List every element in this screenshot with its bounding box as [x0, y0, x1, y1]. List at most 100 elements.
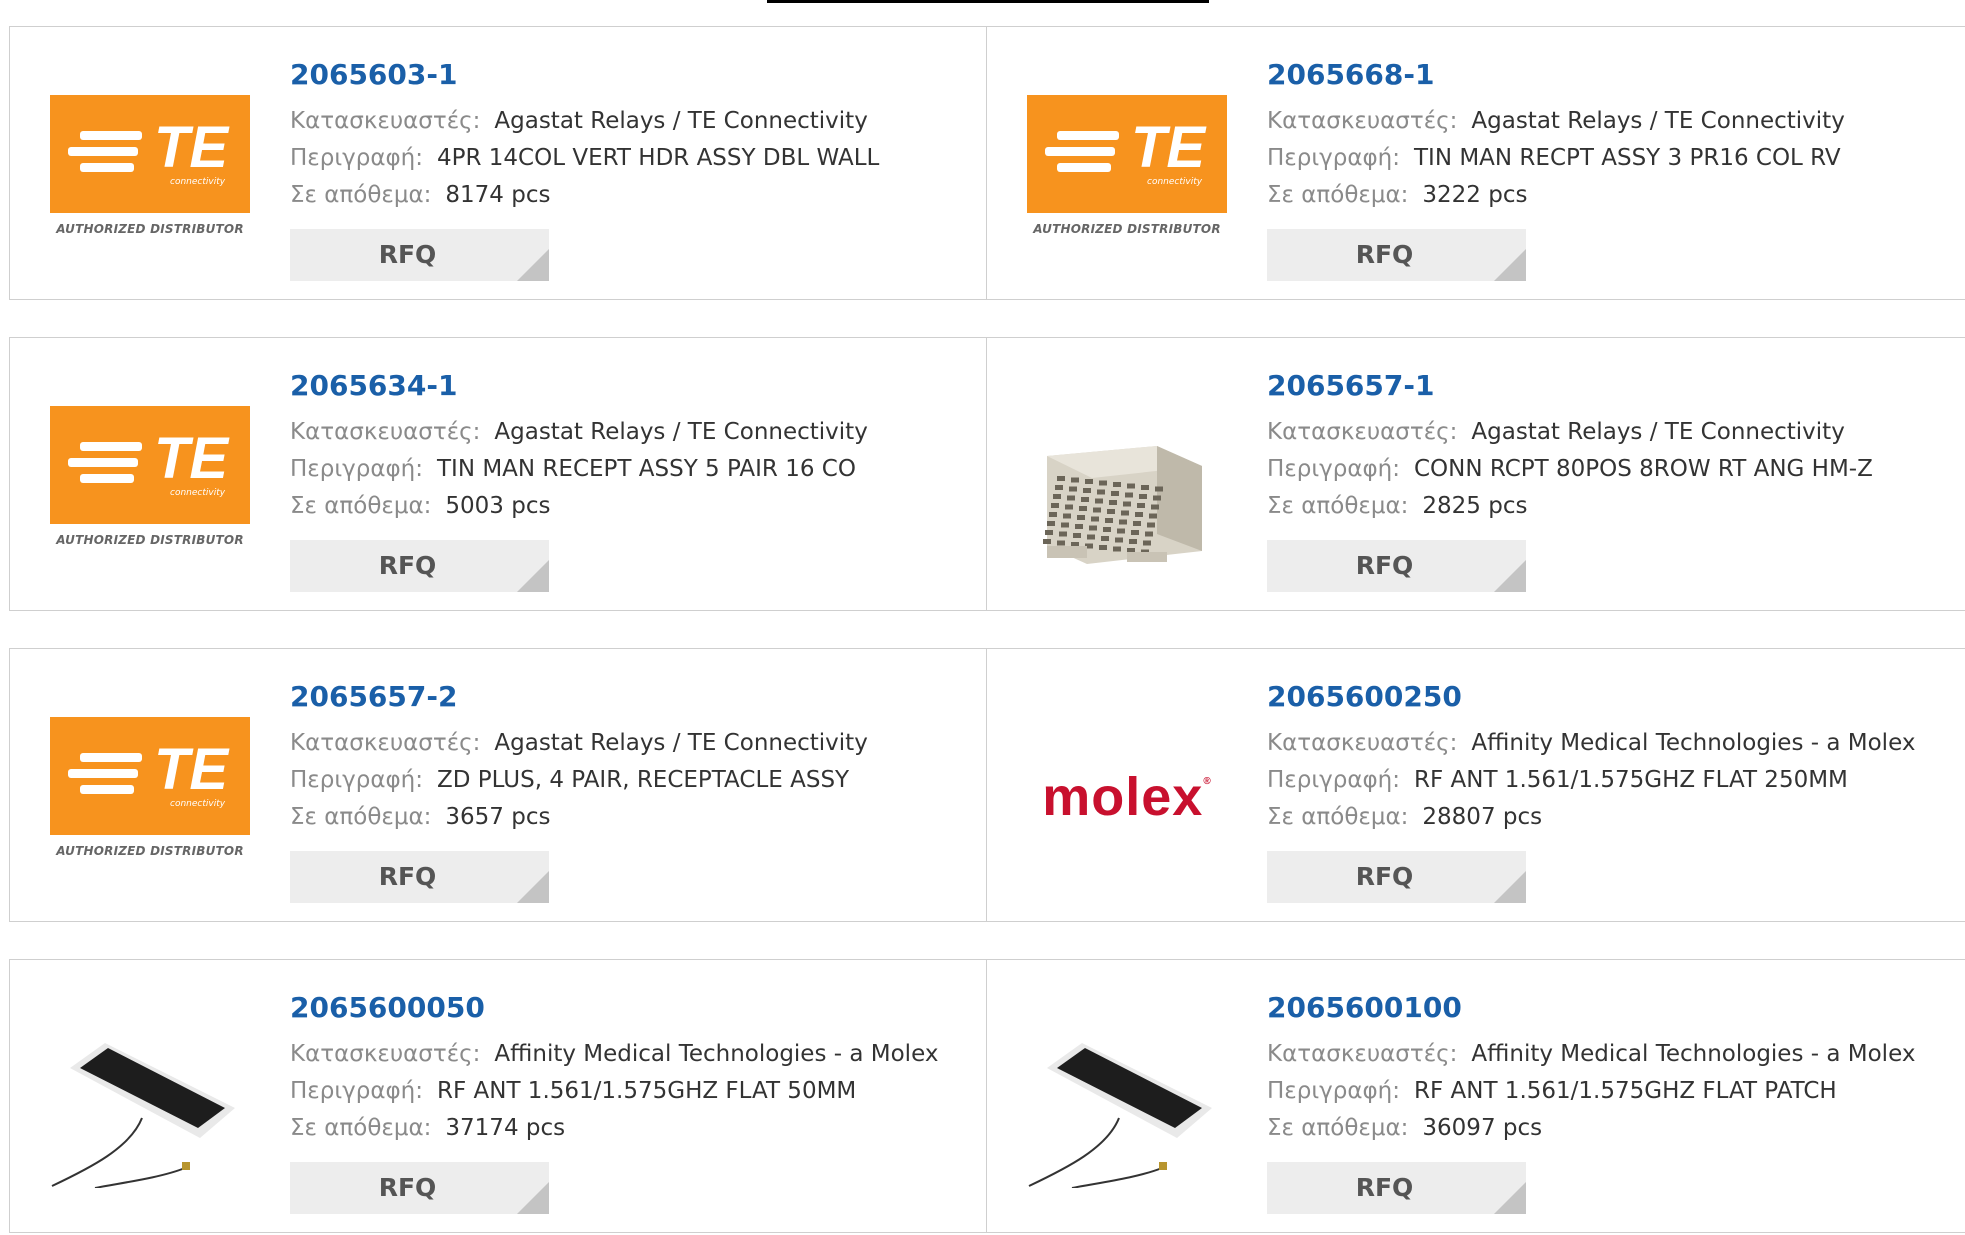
stock-line: Σε απόθεμα: 8174 pcs [290, 177, 966, 214]
description-label: Περιγραφή: [1267, 767, 1400, 793]
product-image[interactable]: TE connectivity AUTHORIZED DISTRIBUTOR [50, 406, 250, 566]
corner-triangle-icon [1494, 249, 1526, 281]
manufacturer-value: Affinity Medical Technologies - a Molex [1471, 730, 1916, 756]
stock-value: 5003 pcs [445, 493, 551, 519]
manufacturer-label: Κατασκευαστές: [1267, 108, 1458, 134]
corner-triangle-icon [517, 1182, 549, 1214]
manufacturer-label: Κατασκευαστές: [1267, 730, 1458, 756]
corner-triangle-icon [517, 249, 549, 281]
product-image[interactable]: TE connectivity AUTHORIZED DISTRIBUTOR [1027, 95, 1227, 255]
antenna-photo [1028, 1043, 1212, 1188]
description-value: TIN MAN RECEPT ASSY 5 PAIR 16 CO [436, 456, 856, 482]
manufacturer-label: Κατασκευαστές: [290, 730, 481, 756]
stock-value: 28807 pcs [1422, 804, 1543, 830]
rfq-button[interactable]: RFQ [1267, 229, 1526, 281]
product-image[interactable] [1027, 1028, 1227, 1188]
description-line: Περιγραφή: RF ANT 1.561/1.575GHZ FLAT 50M… [290, 1073, 966, 1110]
manufacturer-line: Κατασκευαστές: Affinity Medical Technolog… [1267, 725, 1945, 762]
stock-line: Σε απόθεμα: 37174 pcs [290, 1110, 966, 1147]
description-line: Περιγραφή: TIN MAN RECPT ASSY 3 PR16 COL … [1267, 140, 1945, 177]
manufacturer-label: Κατασκευαστές: [290, 108, 481, 134]
product-image[interactable] [50, 1028, 250, 1188]
stock-label: Σε απόθεμα: [290, 182, 432, 208]
rfq-button[interactable]: RFQ [290, 540, 549, 592]
stock-label: Σε απόθεμα: [290, 1115, 432, 1141]
part-number-link[interactable]: 2065634-1 [290, 368, 966, 404]
manufacturer-line: Κατασκευαστές: Agastat Relays / TE Connec… [1267, 103, 1945, 140]
stock-line: Σε απόθεμα: 3222 pcs [1267, 177, 1945, 214]
stock-value: 36097 pcs [1422, 1115, 1543, 1141]
rfq-button[interactable]: RFQ [1267, 851, 1526, 903]
stock-label: Σε απόθεμα: [290, 804, 432, 830]
te-connectivity-logo: TE connectivity AUTHORIZED DISTRIBUTOR [50, 717, 250, 877]
description-label: Περιγραφή: [1267, 1078, 1400, 1104]
description-line: Περιγραφή: RF ANT 1.561/1.575GHZ FLAT 250… [1267, 762, 1945, 799]
corner-triangle-icon [517, 560, 549, 592]
corner-triangle-icon [1494, 1182, 1526, 1214]
part-number-link[interactable]: 2065657-2 [290, 679, 966, 715]
description-value: CONN RCPT 80POS 8ROW RT ANG HM-Z [1413, 456, 1873, 482]
description-label: Περιγραφή: [290, 456, 423, 482]
stock-value: 3657 pcs [445, 804, 551, 830]
part-number-link[interactable]: 2065657-1 [1267, 368, 1945, 404]
stock-line: Σε απόθεμα: 28807 pcs [1267, 799, 1945, 836]
product-image[interactable]: molex® [1027, 717, 1227, 877]
stock-value: 8174 pcs [445, 182, 551, 208]
rfq-button[interactable]: RFQ [290, 1162, 549, 1214]
molex-logo: molex® [1042, 767, 1212, 827]
part-number-link[interactable]: 2065600100 [1267, 990, 1945, 1026]
product-image[interactable] [1027, 406, 1227, 566]
product-row: TE connectivity AUTHORIZED DISTRIBUTOR 2… [9, 337, 1965, 611]
product-row: TE connectivity AUTHORIZED DISTRIBUTOR 2… [9, 26, 1965, 300]
stock-line: Σε απόθεμα: 36097 pcs [1267, 1110, 1945, 1147]
connector-photo [1043, 446, 1202, 564]
rfq-button[interactable]: RFQ [290, 851, 549, 903]
rfq-button[interactable]: RFQ [1267, 540, 1526, 592]
manufacturer-line: Κατασκευαστές: Affinity Medical Technolog… [290, 1036, 966, 1073]
manufacturer-label: Κατασκευαστές: [290, 419, 481, 445]
description-label: Περιγραφή: [1267, 456, 1400, 482]
te-connectivity-logo: TE connectivity AUTHORIZED DISTRIBUTOR [50, 95, 250, 255]
stock-value: 37174 pcs [445, 1115, 566, 1141]
description-line: Περιγραφή: CONN RCPT 80POS 8ROW RT ANG HM… [1267, 451, 1945, 488]
product-row: TE connectivity AUTHORIZED DISTRIBUTOR 2… [9, 648, 1965, 922]
manufacturer-value: Agastat Relays / TE Connectivity [1471, 419, 1845, 445]
product-image[interactable]: TE connectivity AUTHORIZED DISTRIBUTOR [50, 95, 250, 255]
manufacturer-label: Κατασκευαστές: [290, 1041, 481, 1067]
corner-triangle-icon [517, 871, 549, 903]
description-line: Περιγραφή: 4PR 14COL VERT HDR ASSY DBL WA… [290, 140, 966, 177]
rfq-button[interactable]: RFQ [290, 229, 549, 281]
product-card: 2065657-1 Κατασκευαστές: Agastat Relays /… [986, 338, 1965, 610]
corner-triangle-icon [1494, 871, 1526, 903]
manufacturer-line: Κατασκευαστές: Agastat Relays / TE Connec… [1267, 414, 1945, 451]
manufacturer-label: Κατασκευαστές: [1267, 419, 1458, 445]
stock-line: Σε απόθεμα: 5003 pcs [290, 488, 966, 525]
description-value: RF ANT 1.561/1.575GHZ FLAT PATCH [1413, 1078, 1837, 1104]
description-label: Περιγραφή: [1267, 145, 1400, 171]
stock-line: Σε απόθεμα: 2825 pcs [1267, 488, 1945, 525]
product-card: molex® 2065600250 Κατασκευαστές: Affinity… [986, 649, 1965, 921]
description-line: Περιγραφή: RF ANT 1.561/1.575GHZ FLAT PAT… [1267, 1073, 1945, 1110]
description-value: 4PR 14COL VERT HDR ASSY DBL WALL [436, 145, 880, 171]
rfq-button[interactable]: RFQ [1267, 1162, 1526, 1214]
description-label: Περιγραφή: [290, 767, 423, 793]
part-number-link[interactable]: 2065600050 [290, 990, 966, 1026]
product-card: TE connectivity AUTHORIZED DISTRIBUTOR 2… [9, 27, 986, 299]
manufacturer-value: Affinity Medical Technologies - a Molex [494, 1041, 939, 1067]
product-card: TE connectivity AUTHORIZED DISTRIBUTOR 2… [9, 649, 986, 921]
product-card: TE connectivity AUTHORIZED DISTRIBUTOR 2… [986, 27, 1965, 299]
stock-line: Σε απόθεμα: 3657 pcs [290, 799, 966, 836]
product-image[interactable]: TE connectivity AUTHORIZED DISTRIBUTOR [50, 717, 250, 877]
manufacturer-line: Κατασκευαστές: Agastat Relays / TE Connec… [290, 725, 966, 762]
description-line: Περιγραφή: ZD PLUS, 4 PAIR, RECEPTACLE AS… [290, 762, 966, 799]
stock-value: 2825 pcs [1422, 493, 1528, 519]
top-divider [767, 0, 1209, 3]
part-number-link[interactable]: 2065600250 [1267, 679, 1945, 715]
part-number-link[interactable]: 2065603-1 [290, 57, 966, 93]
part-number-link[interactable]: 2065668-1 [1267, 57, 1945, 93]
product-card: 2065600050 Κατασκευαστές: Affinity Medica… [9, 960, 986, 1232]
product-card: TE connectivity AUTHORIZED DISTRIBUTOR 2… [9, 338, 986, 610]
manufacturer-value: Agastat Relays / TE Connectivity [494, 730, 868, 756]
stock-label: Σε απόθεμα: [1267, 493, 1409, 519]
antenna-photo [51, 1043, 235, 1188]
